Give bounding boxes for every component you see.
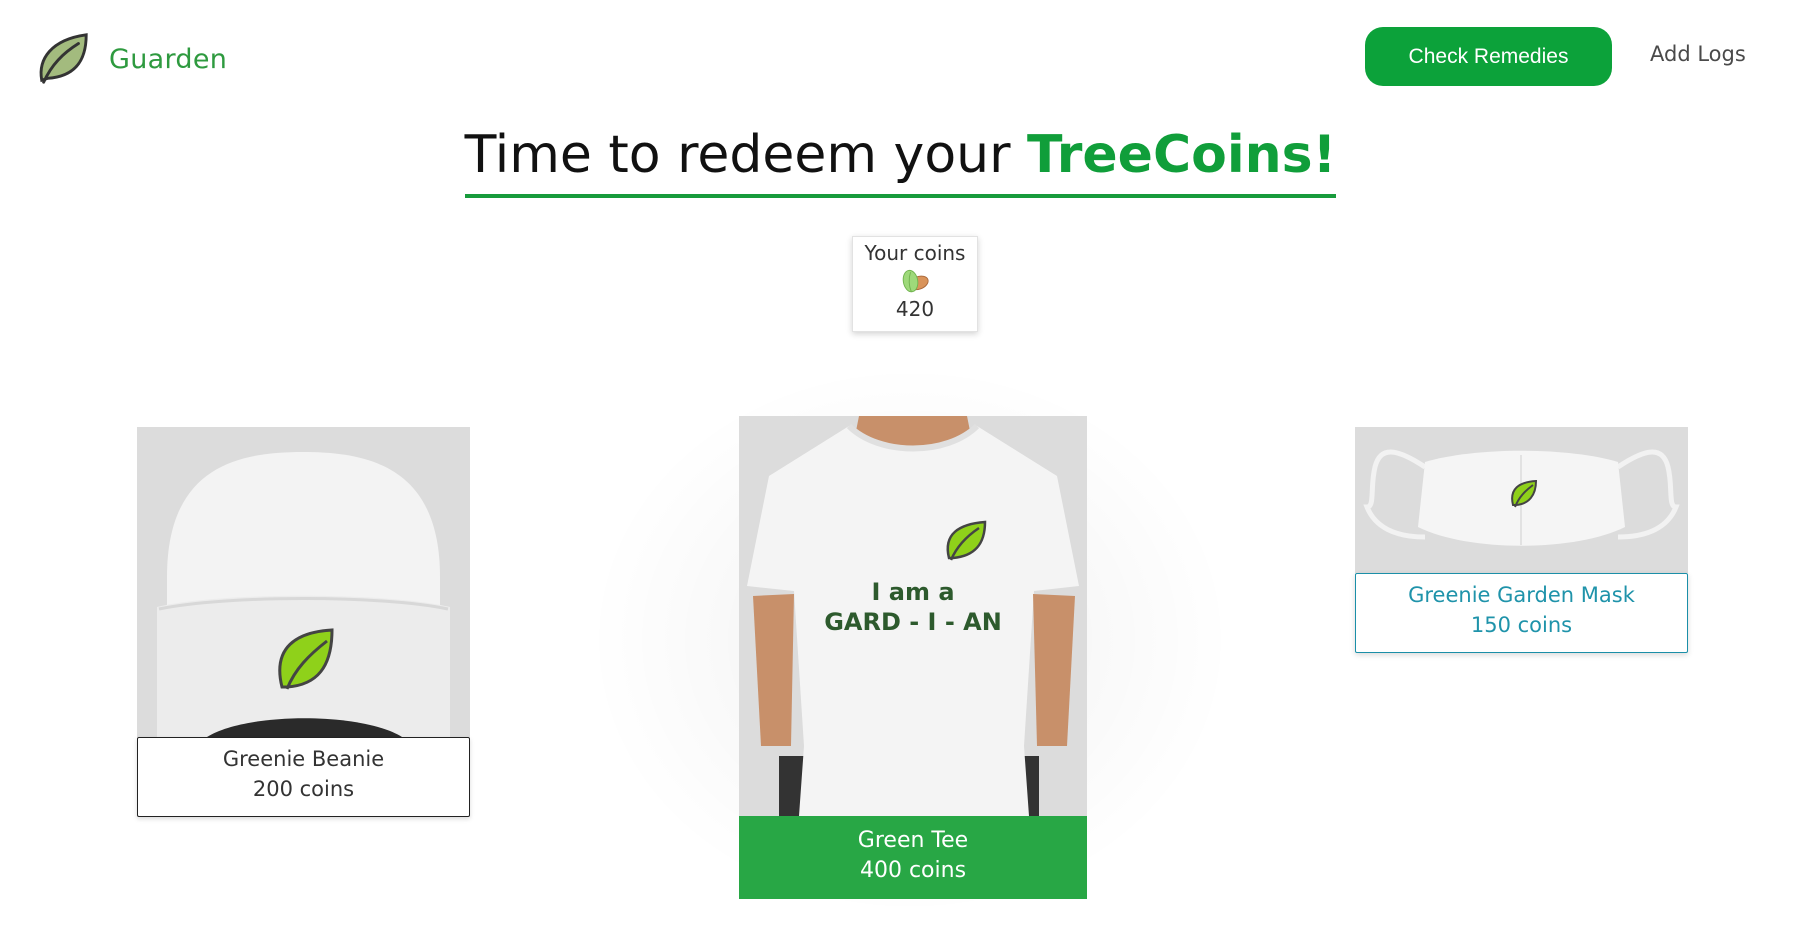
beanie-image <box>137 427 470 737</box>
add-logs-link[interactable]: Add Logs <box>1650 42 1746 66</box>
shirt-print-line1: I am a <box>871 578 954 606</box>
product-name: Green Tee <box>857 828 969 853</box>
tshirt-image: I am a GARD - I - AN <box>739 416 1087 816</box>
product-caption: Greenie Garden Mask 150 coins <box>1355 573 1688 653</box>
coin-balance-label: Your coins <box>864 241 966 265</box>
product-price: 400 coins <box>859 858 967 883</box>
coin-balance-box: Your coins 420 <box>852 236 978 332</box>
title-highlight: TreeCoins! <box>1027 125 1337 185</box>
title-prefix: Time to redeem your <box>464 125 1028 185</box>
product-name: Greenie Beanie <box>222 747 385 771</box>
brand-link[interactable]: Guarden <box>34 30 227 88</box>
leaf-logo-icon <box>39 33 88 84</box>
product-price: 150 coins <box>1470 613 1573 637</box>
check-remedies-button[interactable]: Check Remedies <box>1365 27 1612 86</box>
product-name: Greenie Garden Mask <box>1408 583 1635 607</box>
page-title: Time to redeem your TreeCoins! <box>0 120 1801 198</box>
shirt-print-line2: GARD - I - AN <box>824 608 1002 636</box>
brand-name: Guarden <box>109 43 228 75</box>
coin-seeds-icon <box>902 269 929 293</box>
coin-balance-value: 420 <box>895 297 935 321</box>
product-price: 200 coins <box>252 777 355 801</box>
mask-image <box>1355 427 1688 573</box>
product-caption: Green Tee 400 coins <box>739 816 1087 899</box>
product-caption: Greenie Beanie 200 coins <box>137 737 470 817</box>
